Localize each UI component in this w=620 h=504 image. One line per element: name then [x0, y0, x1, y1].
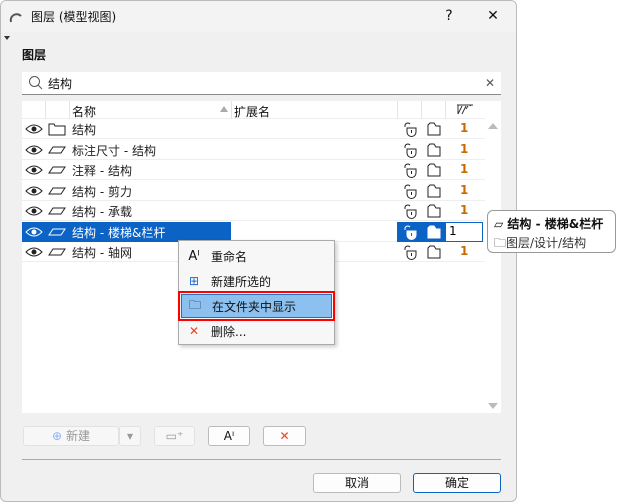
- menu-item[interactable]: Aᴵ 重命名: [181, 244, 332, 268]
- new-dropdown-button[interactable]: ▾: [119, 426, 141, 446]
- layer-name: 结构 - 剪力: [72, 184, 132, 199]
- new-selected-icon: ⊞: [188, 274, 200, 288]
- app-icon: [9, 12, 22, 22]
- cancel-button[interactable]: 取消: [313, 473, 401, 493]
- menu-item[interactable]: ✕ 删除...: [181, 319, 332, 343]
- menu-item[interactable]: 🗀 在文件夹中显示: [178, 291, 335, 321]
- layer-icon: [48, 146, 66, 153]
- menu-item-label: 删除...: [211, 324, 247, 339]
- visibility-eye-icon[interactable]: [25, 123, 43, 135]
- lock-icon[interactable]: [402, 224, 418, 240]
- pen-number[interactable]: 1: [460, 244, 468, 258]
- new-folder-button[interactable]: ▭⁺: [154, 426, 195, 446]
- rename-icon: Aᴵ: [188, 248, 200, 264]
- menu-item-label: 重命名: [211, 249, 248, 264]
- ok-button[interactable]: 确定: [413, 473, 501, 493]
- layer-icon: [48, 187, 66, 194]
- visibility-eye-icon[interactable]: [25, 226, 43, 238]
- scroll-down-icon[interactable]: [488, 403, 498, 409]
- pen-column-icon: [457, 104, 473, 115]
- new-layer-button[interactable]: ⊕ 新建: [23, 426, 119, 446]
- menu-item[interactable]: ⊞ 新建所选的: [181, 269, 332, 293]
- layer-icon: [48, 248, 66, 256]
- layout-icon[interactable]: [426, 224, 442, 240]
- layer-row[interactable]: 结构 - 剪力 1: [22, 181, 485, 201]
- layer-tooltip: ▱ 结构 - 楼梯&栏杆 🗀图层/设计/结构: [487, 210, 616, 253]
- window-title: 图层 (模型视图): [31, 10, 117, 24]
- tooltip-path: 图层/设计/结构: [506, 236, 587, 250]
- column-name[interactable]: 名称: [72, 103, 96, 120]
- search-icon: [29, 76, 43, 90]
- sort-asc-icon: [220, 106, 228, 112]
- lock-icon[interactable]: [402, 244, 418, 260]
- list-header: 名称 扩展名: [22, 101, 485, 119]
- layer-row[interactable]: 结构 - 承载 1: [22, 201, 485, 221]
- folder-icon: 🗀: [494, 236, 507, 250]
- visibility-eye-icon[interactable]: [25, 164, 43, 176]
- layer-icon: [48, 166, 66, 174]
- layer-icon: ▱: [494, 217, 504, 231]
- layer-name: 结构 - 承载: [72, 205, 132, 219]
- visibility-eye-icon[interactable]: [25, 185, 43, 197]
- separator: [22, 459, 501, 460]
- lock-icon[interactable]: [402, 121, 418, 137]
- folder-icon: [48, 123, 66, 136]
- title-bar: 图层 (模型视图) ? ✕: [1, 1, 516, 32]
- layer-row[interactable]: 结构 - 楼梯&栏杆 1: [22, 221, 485, 242]
- layout-icon[interactable]: [426, 162, 442, 178]
- lock-icon[interactable]: [402, 142, 418, 158]
- scroll-up-icon[interactable]: [488, 123, 498, 129]
- lock-icon[interactable]: [402, 183, 418, 199]
- search-input[interactable]: 结构 ✕: [22, 72, 501, 95]
- delete-icon: ✕: [188, 324, 200, 338]
- delete-button[interactable]: ✕: [263, 426, 306, 446]
- layout-icon[interactable]: [426, 244, 442, 260]
- layer-icon: [48, 207, 66, 215]
- layout-icon[interactable]: [426, 203, 442, 219]
- layout-icon[interactable]: [426, 183, 442, 199]
- layout-icon[interactable]: [426, 121, 442, 137]
- pen-number[interactable]: 1: [460, 162, 468, 176]
- section-title: 图层: [22, 48, 47, 62]
- pen-number[interactable]: 1: [460, 203, 468, 217]
- layer-row[interactable]: 标注尺寸 - 结构 1: [22, 140, 485, 160]
- layer-name: 结构 - 楼梯&栏杆: [72, 225, 166, 240]
- lock-icon[interactable]: [402, 162, 418, 178]
- pen-number[interactable]: 1: [449, 224, 457, 238]
- tooltip-name: 结构 - 楼梯&栏杆: [507, 217, 604, 231]
- layer-name: 注释 - 结构: [72, 164, 132, 178]
- rename-button[interactable]: Aᴵ: [208, 426, 250, 446]
- pen-number[interactable]: 1: [460, 142, 468, 156]
- layer-name: 标注尺寸 - 结构: [72, 143, 156, 158]
- show-in-folder-icon: 🗀: [188, 297, 201, 312]
- pen-number[interactable]: 1: [460, 183, 468, 197]
- context-menu: Aᴵ 重命名 ⊞ 新建所选的 🗀 在文件夹中显示 ✕ 删除...: [178, 240, 335, 345]
- lock-icon[interactable]: [402, 203, 418, 219]
- menu-item-label: 在文件夹中显示: [212, 299, 297, 314]
- layer-row[interactable]: 结构 1: [22, 119, 485, 139]
- collapse-arrow-icon[interactable]: [4, 36, 10, 40]
- clear-search-icon[interactable]: ✕: [485, 76, 495, 90]
- layer-name: 结构 - 轴网: [72, 246, 132, 260]
- help-button[interactable]: ?: [434, 5, 464, 27]
- pen-number[interactable]: 1: [460, 121, 468, 135]
- close-button[interactable]: ✕: [478, 5, 508, 27]
- visibility-eye-icon[interactable]: [25, 246, 43, 258]
- menu-item-label: 新建所选的: [211, 274, 272, 289]
- search-value: 结构: [48, 76, 73, 91]
- layout-icon[interactable]: [426, 142, 442, 158]
- layer-name: 结构: [72, 123, 97, 137]
- visibility-eye-icon[interactable]: [25, 144, 43, 156]
- layer-icon: [48, 228, 66, 235]
- layer-row[interactable]: 注释 - 结构 1: [22, 160, 485, 180]
- visibility-eye-icon[interactable]: [25, 205, 43, 217]
- column-extension[interactable]: 扩展名: [234, 103, 270, 120]
